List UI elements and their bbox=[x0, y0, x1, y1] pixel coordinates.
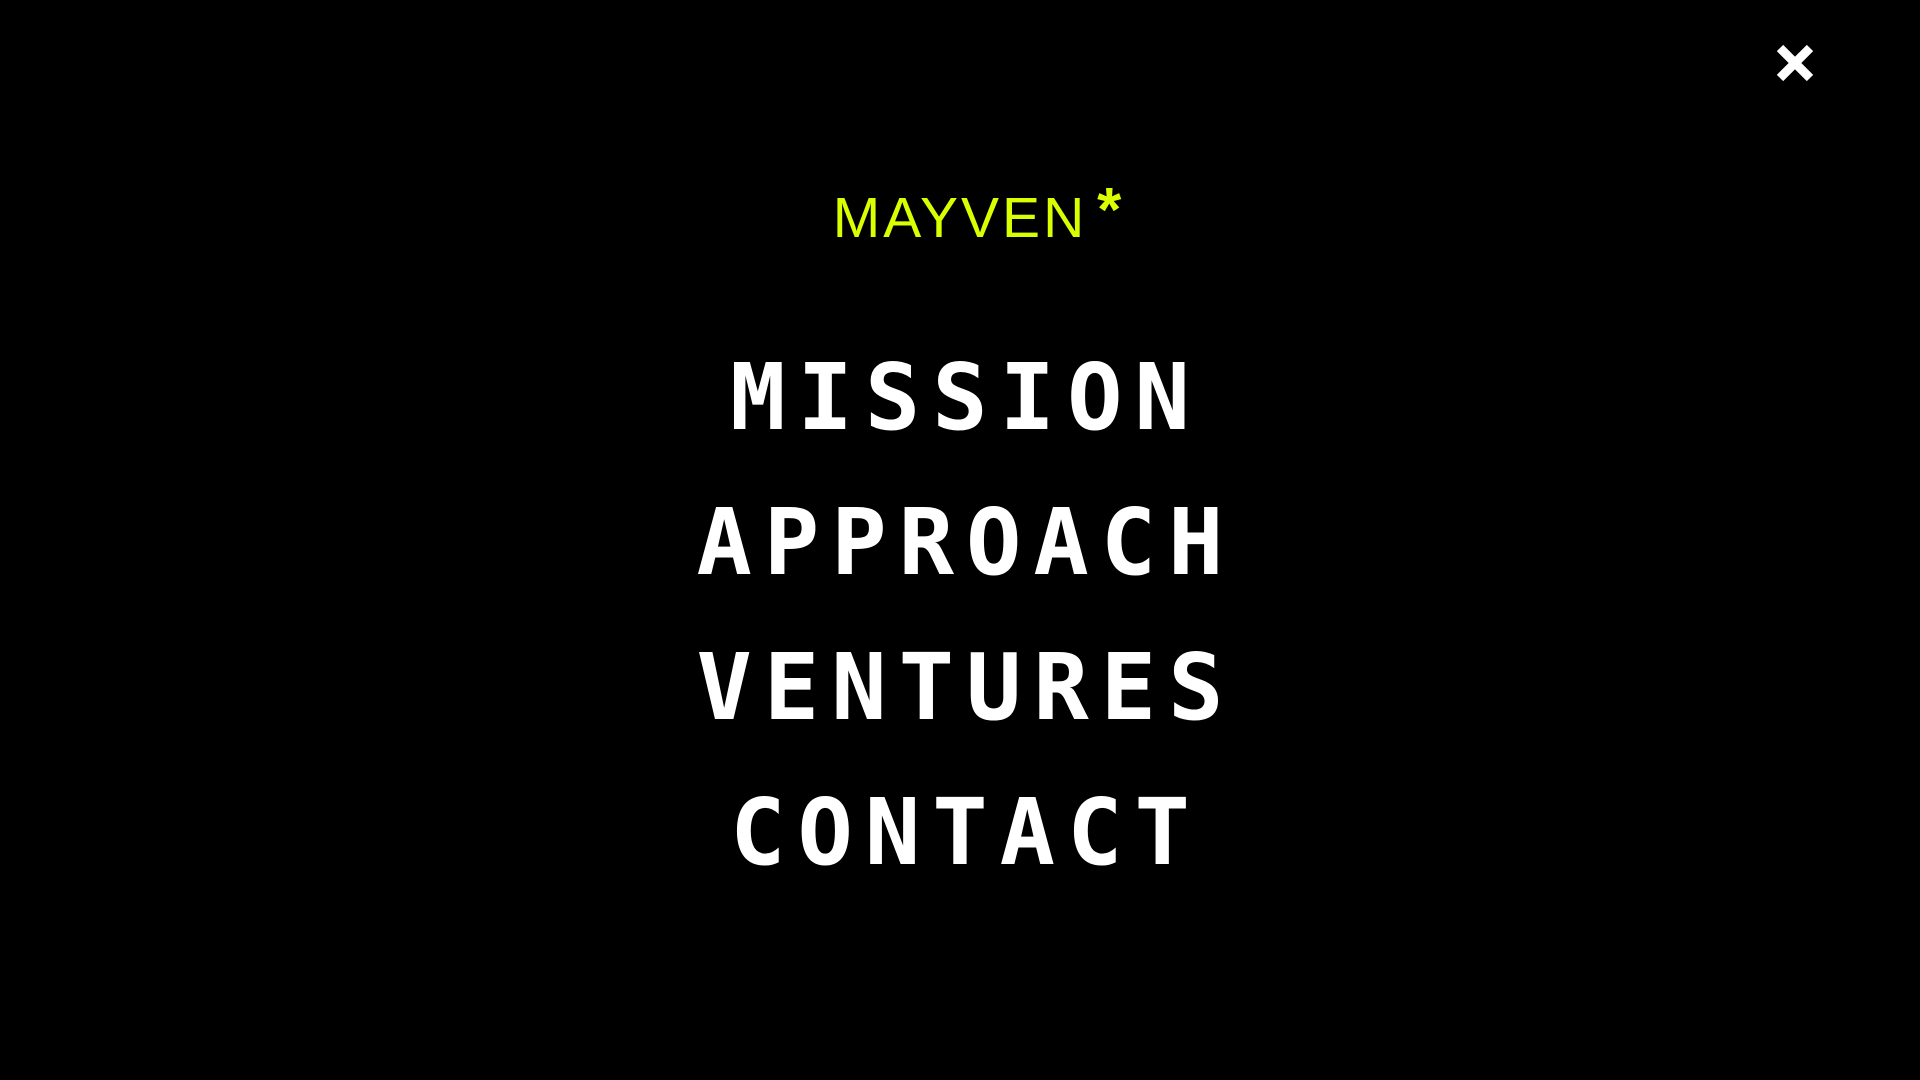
nav-link-ventures[interactable]: VENTURES bbox=[684, 634, 1235, 741]
close-button[interactable] bbox=[1772, 40, 1818, 86]
main-navigation: MISSION APPROACH VENTURES CONTACT bbox=[0, 348, 1920, 928]
nav-item-approach: APPROACH bbox=[0, 493, 1920, 638]
nav-link-mission[interactable]: MISSION bbox=[718, 344, 1202, 451]
nav-item-ventures: VENTURES bbox=[0, 638, 1920, 783]
nav-item-contact: CONTACT bbox=[0, 783, 1920, 928]
nav-link-approach[interactable]: APPROACH bbox=[684, 489, 1235, 596]
menu-overlay: MAYVEN * MISSION APPROACH VENTURES CONTA… bbox=[0, 0, 1920, 1080]
close-icon bbox=[1772, 40, 1818, 86]
brand-logo[interactable]: MAYVEN * bbox=[0, 180, 1920, 260]
nav-item-mission: MISSION bbox=[0, 348, 1920, 493]
nav-link-contact[interactable]: CONTACT bbox=[718, 779, 1202, 886]
brand-name: MAYVEN bbox=[832, 186, 1088, 250]
asterisk-icon: * bbox=[1097, 176, 1122, 245]
